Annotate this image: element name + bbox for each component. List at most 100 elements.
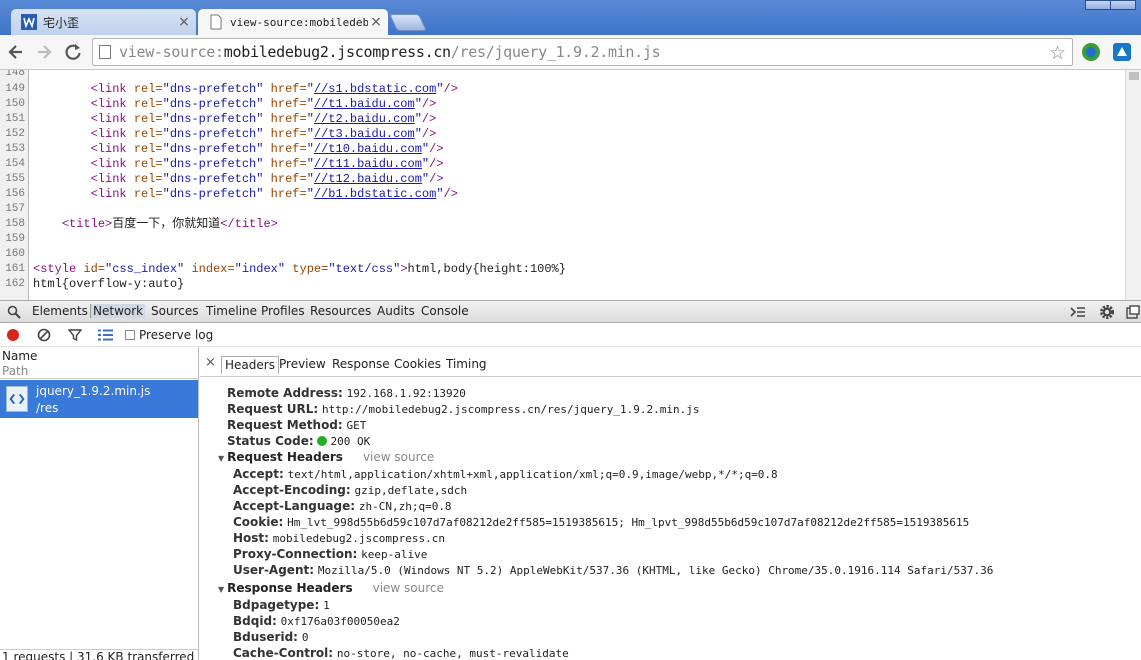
bookmark-star-icon[interactable]: ☆ — [1049, 42, 1066, 64]
network-summary: 1 requests | 31.6 KB transferred — [0, 649, 198, 660]
tab-close-icon[interactable]: × — [176, 14, 192, 30]
maximize-button[interactable] — [1110, 0, 1136, 10]
tab-title: view-source:mobiledebug — [230, 15, 368, 29]
request-headers-section[interactable]: ▼ Request Headers view source — [218, 449, 434, 465]
source-link[interactable]: //t1.baidu.com — [314, 97, 415, 111]
new-tab-button[interactable] — [389, 14, 427, 31]
name-column-header: Name — [2, 349, 38, 363]
line-number: 156 — [5, 188, 25, 200]
tab-headers[interactable]: Headers — [221, 356, 279, 374]
page-icon — [210, 14, 222, 30]
request-path: /res — [36, 401, 59, 415]
tab-network[interactable]: Network — [90, 304, 146, 318]
tab-cookies[interactable]: Cookies — [394, 357, 441, 371]
header-row: Cookie: Hm_lvt_998d55b6d59c107d7af08212d… — [233, 515, 970, 529]
page-icon — [99, 45, 111, 59]
network-toolbar: Preserve log — [0, 323, 1141, 347]
tab-timing[interactable]: Timing — [446, 357, 487, 371]
header-row: Proxy-Connection: keep-alive — [233, 547, 428, 561]
view-source-link[interactable]: view source — [373, 581, 444, 595]
line-number: 150 — [5, 98, 25, 110]
chrome-menu-icon[interactable] — [1112, 42, 1132, 62]
line-number: 149 — [5, 83, 25, 95]
source-link[interactable]: //b1.bdstatic.com — [314, 187, 436, 201]
line-number: 154 — [5, 158, 25, 170]
line-number: 161 — [5, 263, 25, 275]
script-file-icon — [6, 386, 28, 412]
request-name: jquery_1.9.2.min.js — [36, 384, 151, 398]
search-icon[interactable] — [7, 305, 21, 319]
forward-icon[interactable] — [34, 42, 54, 62]
source-link[interactable]: //t12.baidu.com — [314, 172, 422, 186]
request-list-panel: Name Path jquery_1.9.2.min.js /res 1 req… — [0, 347, 199, 660]
source-view: 148 149 <link rel="dns-prefetch" href="//… — [0, 70, 1141, 300]
tab-elements[interactable]: Elements — [32, 304, 88, 318]
source-link[interactable]: //t3.baidu.com — [314, 127, 415, 141]
tab-sources[interactable]: Sources — [151, 304, 198, 318]
tab-resources[interactable]: Resources — [310, 304, 371, 318]
header-row: Bduserid: 0 — [233, 630, 309, 644]
console-drawer-icon[interactable] — [1070, 306, 1086, 318]
record-icon[interactable] — [6, 328, 20, 342]
request-detail-panel: × Headers Preview Response Cookies Timin… — [200, 347, 1141, 660]
url-text[interactable]: view-source:mobiledebug2.jscompress.cn/r… — [119, 43, 661, 61]
preserve-log-checkbox[interactable] — [125, 330, 135, 340]
header-row: Remote Address: 192.168.1.92:13920 — [227, 386, 466, 400]
tab-view-source[interactable]: view-source:mobiledebug × — [198, 9, 388, 35]
detail-tab-bar: × Headers Preview Response Cookies Timin… — [200, 347, 1141, 377]
line-number: 151 — [5, 113, 25, 125]
header-row: User-Agent: Mozilla/5.0 (Windows NT 5.2)… — [233, 563, 994, 577]
headers-content: Remote Address: 192.168.1.92:13920 Reque… — [200, 378, 1141, 660]
source-link[interactable]: //t2.baidu.com — [314, 112, 415, 126]
line-number: 148 — [5, 70, 25, 79]
line-number: 162 — [5, 278, 25, 290]
tab-timeline[interactable]: Timeline — [206, 304, 257, 318]
line-number: 152 — [5, 128, 25, 140]
tab-response[interactable]: Response — [332, 357, 390, 371]
header-row: Accept-Encoding: gzip,deflate,sdch — [233, 483, 468, 497]
header-row: Request URL: http://mobiledebug2.jscompr… — [227, 402, 700, 416]
line-number: 153 — [5, 143, 25, 155]
extension-icon[interactable] — [1081, 42, 1101, 62]
header-row: Bdpagetype: 1 — [233, 598, 330, 612]
source-link[interactable]: //t10.baidu.com — [314, 142, 422, 156]
devtools-tab-bar: Elements Network Sources Timeline Profil… — [0, 300, 1141, 323]
tab-audits[interactable]: Audits — [377, 304, 415, 318]
gear-icon[interactable] — [1099, 304, 1115, 320]
tab-zhaixiaowai[interactable]: 宅小歪 × — [11, 9, 196, 35]
filter-icon[interactable] — [68, 328, 82, 342]
expand-triangle-icon: ▼ — [218, 454, 225, 463]
line-number: 159 — [5, 233, 25, 245]
response-headers-section[interactable]: ▼ Response Headers view source — [218, 580, 444, 596]
view-source-link[interactable]: view source — [363, 450, 434, 464]
reload-icon[interactable] — [63, 42, 83, 62]
devtools-panel: Elements Network Sources Timeline Profil… — [0, 300, 1141, 660]
close-detail-icon[interactable]: × — [205, 355, 216, 370]
minimize-button[interactable] — [1085, 0, 1111, 10]
clear-icon[interactable] — [37, 328, 51, 342]
header-row: Accept: text/html,application/xhtml+xml,… — [233, 467, 778, 481]
status-ok-icon — [317, 436, 328, 446]
header-row: Cache-Control: no-store, no-cache, must-… — [233, 646, 569, 660]
address-bar[interactable]: view-source:mobiledebug2.jscompress.cn/r… — [92, 38, 1073, 66]
header-row: Request Method: GET — [227, 418, 367, 432]
undock-icon[interactable] — [1126, 305, 1140, 319]
tab-close-icon[interactable]: × — [368, 14, 384, 30]
browser-toolbar: view-source:mobiledebug2.jscompress.cn/r… — [0, 35, 1141, 70]
list-view-icon[interactable] — [98, 329, 113, 341]
line-number: 160 — [5, 248, 25, 260]
header-row: Bdqid: 0xf176a03f00050ea2 — [233, 614, 400, 628]
source-link[interactable]: //t11.baidu.com — [314, 157, 422, 171]
tab-profiles[interactable]: Profiles — [261, 304, 305, 318]
source-scrollbar[interactable] — [1125, 70, 1141, 300]
request-row[interactable]: jquery_1.9.2.min.js /res — [0, 380, 198, 418]
tab-strip: 宅小歪 × view-source:mobiledebug × — [0, 0, 1141, 35]
back-icon[interactable] — [6, 42, 26, 62]
source-link[interactable]: //s1.bdstatic.com — [314, 82, 436, 96]
expand-triangle-icon: ▼ — [218, 585, 225, 594]
tab-preview[interactable]: Preview — [279, 357, 326, 371]
request-list-header[interactable]: Name Path — [0, 347, 198, 379]
line-number: 158 — [5, 218, 25, 230]
preserve-log-label: Preserve log — [139, 328, 214, 342]
tab-console[interactable]: Console — [421, 304, 469, 318]
